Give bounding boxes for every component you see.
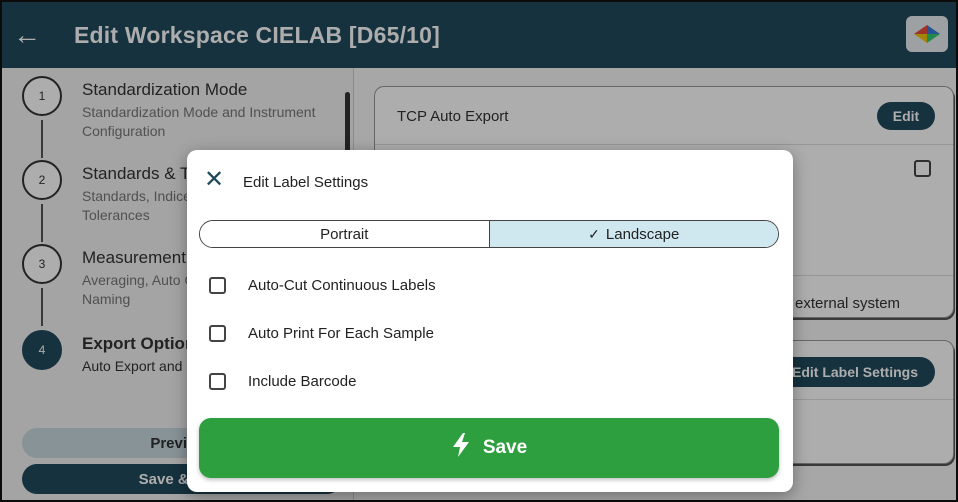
auto-print-row[interactable]: Auto Print For Each Sample (209, 322, 434, 344)
include-barcode-checkbox[interactable] (209, 372, 226, 390)
landscape-label: Landscape (605, 225, 680, 243)
auto-cut-checkbox[interactable] (209, 276, 226, 294)
auto-cut-row[interactable]: Auto-Cut Continuous Labels (209, 274, 436, 296)
orientation-toggle: Portrait ✓ Landscape (199, 220, 779, 248)
save-button[interactable]: Save (199, 418, 779, 478)
close-icon[interactable]: ✕ (203, 168, 225, 192)
portrait-label: Portrait (320, 225, 369, 243)
check-icon: ✓ (588, 225, 600, 242)
auto-print-label: Auto Print For Each Sample (248, 324, 434, 342)
dialog-title: Edit Label Settings (243, 174, 369, 191)
auto-cut-label: Auto-Cut Continuous Labels (248, 276, 436, 294)
landscape-option[interactable]: ✓ Landscape (489, 221, 778, 247)
edit-label-settings-dialog: ✕ Edit Label Settings Portrait ✓ Landsca… (187, 150, 793, 492)
save-label: Save (482, 437, 528, 458)
include-barcode-row[interactable]: Include Barcode (209, 370, 356, 392)
auto-print-checkbox[interactable] (209, 324, 226, 342)
portrait-option[interactable]: Portrait (200, 221, 490, 247)
lightning-bolt-icon (451, 433, 471, 463)
include-barcode-label: Include Barcode (248, 372, 357, 390)
